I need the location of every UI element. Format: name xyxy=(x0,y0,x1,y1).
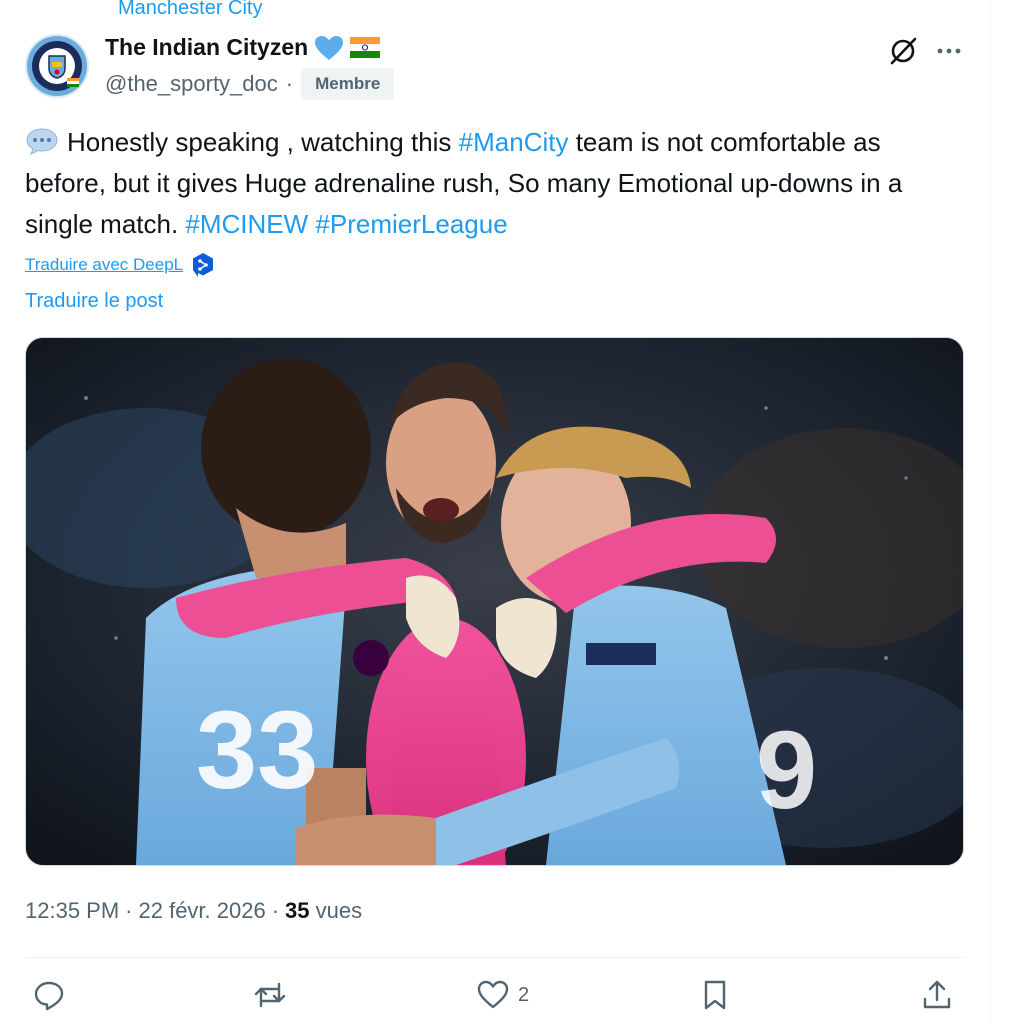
timeline-border xyxy=(990,0,991,1024)
actions-divider xyxy=(25,957,965,958)
handle-separator: · xyxy=(285,71,294,96)
svg-text:9: 9 xyxy=(756,709,817,832)
action-bar: 2 xyxy=(25,972,975,1020)
member-badge: Membre xyxy=(301,68,395,100)
reply-icon xyxy=(34,981,64,1011)
author-display-name[interactable]: The Indian Cityzen xyxy=(105,34,308,61)
views-count: 35 xyxy=(285,898,310,923)
post-text: Honestly speaking , watching this #ManCi… xyxy=(25,122,965,245)
author-name-row[interactable]: The Indian Cityzen xyxy=(105,34,381,61)
meta-separator: · xyxy=(271,898,280,923)
deepl-translate[interactable]: Traduire avec DeepL xyxy=(25,252,215,278)
hashtag-mcinew[interactable]: #MCINEW xyxy=(185,209,308,239)
bookmark-icon xyxy=(704,980,726,1010)
translate-post-link[interactable]: Traduire le post xyxy=(25,290,163,313)
post-text-segment: Honestly speaking , watching this xyxy=(67,127,459,157)
manchester-city-crest-icon xyxy=(27,36,87,96)
share-icon xyxy=(923,980,951,1009)
repost-button[interactable] xyxy=(253,978,295,1012)
reply-button[interactable] xyxy=(32,978,74,1012)
post-image[interactable]: 33 9 xyxy=(25,337,964,866)
hashtag-mancity[interactable]: #ManCity xyxy=(459,127,569,157)
more-options-icon[interactable] xyxy=(932,34,966,68)
views-label: vues xyxy=(315,898,363,923)
post-photo: 33 9 xyxy=(26,338,963,865)
repost-icon xyxy=(254,982,286,1008)
bookmark-button[interactable] xyxy=(698,978,740,1012)
grok-icon[interactable] xyxy=(886,34,920,68)
heart-icon xyxy=(477,980,509,1009)
like-button[interactable]: 2 xyxy=(476,978,529,1012)
share-button[interactable] xyxy=(920,978,962,1012)
hashtag-premierleague[interactable]: #PremierLeague xyxy=(315,209,507,239)
post-date[interactable]: 22 févr. 2026 xyxy=(139,898,266,924)
community-link[interactable]: Manchester City xyxy=(118,0,263,20)
post-time[interactable]: 12:35 PM xyxy=(25,898,119,924)
india-flag-icon xyxy=(350,37,381,58)
svg-text:33: 33 xyxy=(196,689,318,812)
blue-heart-icon xyxy=(315,35,344,60)
avatar[interactable] xyxy=(25,34,89,98)
meta-separator: · xyxy=(125,898,133,923)
speech-balloon-icon xyxy=(26,128,58,155)
author-handle[interactable]: @the_sporty_doc xyxy=(105,71,278,97)
author-handle-row: @the_sporty_doc · Membre xyxy=(105,68,395,100)
like-count: 2 xyxy=(518,983,530,1006)
deepl-translate-link[interactable]: Traduire avec DeepL xyxy=(25,255,183,275)
post-metadata: 12:35 PM · 22 févr. 2026 · 35 vues xyxy=(25,898,362,924)
deepl-logo-icon xyxy=(193,253,214,277)
